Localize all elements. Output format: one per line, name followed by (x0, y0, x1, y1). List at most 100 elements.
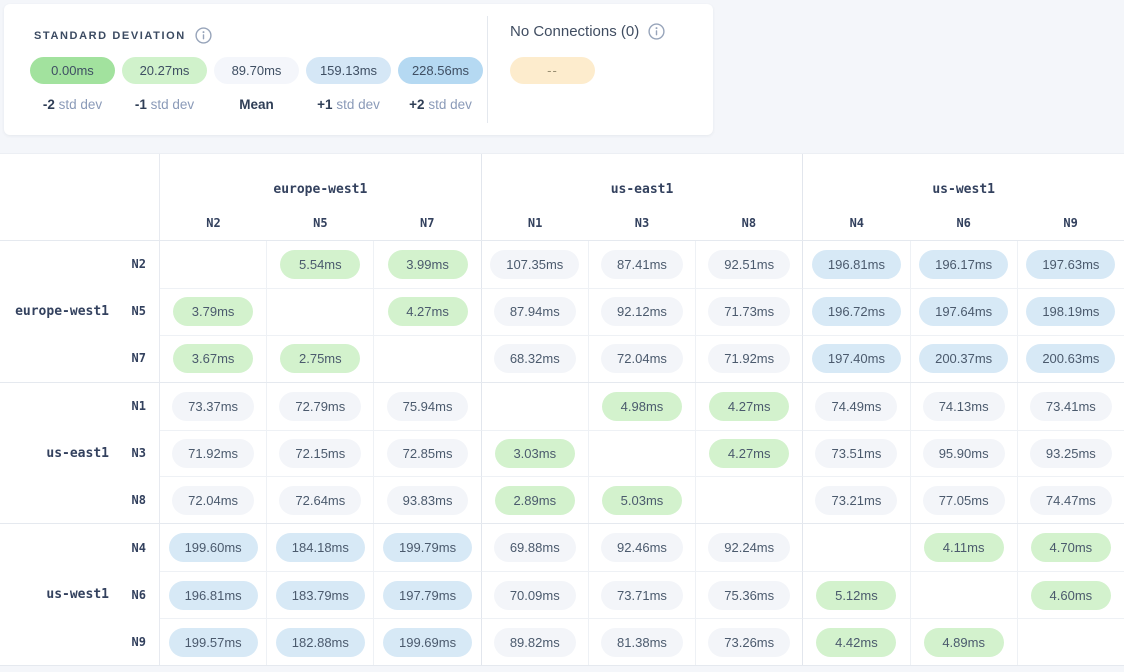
latency-pill[interactable]: 87.94ms (494, 297, 576, 326)
latency-pill[interactable]: 73.51ms (815, 439, 897, 468)
latency-pill[interactable]: 3.79ms (173, 297, 253, 326)
matrix-body: N2 5.54ms 3.99ms 107.35ms 87.41ms 92.51ms 196.… (0, 241, 1124, 665)
latency-pill[interactable]: 4.89ms (924, 628, 1004, 657)
latency-cell: 75.36ms (695, 571, 802, 618)
latency-pill[interactable]: 74.49ms (815, 392, 897, 421)
latency-cell: 3.99ms (373, 241, 480, 288)
latency-pill[interactable]: 196.17ms (919, 250, 1008, 279)
latency-pill[interactable]: 92.46ms (601, 533, 683, 562)
row-region-label: us-west1 (46, 587, 109, 602)
latency-pill[interactable]: 199.79ms (383, 533, 472, 562)
info-icon[interactable] (648, 23, 665, 40)
latency-cell: 73.21ms (802, 476, 909, 523)
latency-pill[interactable]: 70.09ms (494, 581, 576, 610)
latency-pill[interactable]: 183.79ms (276, 581, 365, 610)
no-connections-title: No Connections (0) (510, 23, 639, 40)
latency-pill[interactable]: 107.35ms (490, 250, 579, 279)
latency-pill[interactable]: 3.67ms (173, 344, 253, 373)
legend-bucket: 0.00ms -2 std dev (30, 57, 115, 112)
row-node-label: N2 (127, 257, 146, 271)
latency-pill[interactable]: 199.60ms (169, 533, 258, 562)
latency-pill[interactable]: 4.11ms (924, 533, 1004, 562)
latency-pill[interactable]: 72.15ms (279, 439, 361, 468)
matrix-row-N3: us-east1N371.92ms72.15ms72.85ms3.03ms4.2… (0, 430, 1124, 477)
latency-pill[interactable]: 93.25ms (1030, 439, 1112, 468)
latency-cell: 196.81ms (160, 571, 266, 618)
latency-pill[interactable]: 196.72ms (812, 297, 901, 326)
latency-pill[interactable]: 72.64ms (279, 486, 361, 515)
latency-pill[interactable]: 92.51ms (708, 250, 790, 279)
latency-pill[interactable]: 71.92ms (708, 344, 790, 373)
network-latency-page: STANDARD DEVIATION 0.00ms -2 std dev 20.… (0, 0, 1124, 672)
latency-pill[interactable]: 69.88ms (494, 533, 576, 562)
latency-pill[interactable]: 4.42ms (816, 628, 896, 657)
latency-pill[interactable]: 81.38ms (601, 628, 683, 657)
latency-pill[interactable]: 2.75ms (280, 344, 360, 373)
column-node-header: N9 (1017, 206, 1124, 240)
latency-pill[interactable]: 73.37ms (172, 392, 254, 421)
latency-pill[interactable]: 93.83ms (387, 486, 469, 515)
latency-pill[interactable]: 92.24ms (708, 533, 790, 562)
latency-cell: 197.64ms (910, 288, 1017, 335)
latency-cell: 5.03ms (588, 476, 695, 523)
latency-pill[interactable]: 196.81ms (169, 581, 258, 610)
latency-pill[interactable]: 199.69ms (383, 628, 472, 657)
latency-cell (588, 430, 695, 477)
latency-pill[interactable]: 75.36ms (708, 581, 790, 610)
latency-pill[interactable]: 77.05ms (923, 486, 1005, 515)
row-header: N1 (0, 383, 160, 430)
latency-pill[interactable]: 4.98ms (602, 392, 682, 421)
latency-cell: 92.12ms (588, 288, 695, 335)
legend-pill: 89.70ms (214, 57, 299, 84)
no-connections-pill: -- (510, 57, 595, 84)
latency-pill[interactable]: 87.41ms (601, 250, 683, 279)
latency-cell: 200.63ms (1017, 335, 1124, 382)
latency-pill[interactable]: 196.81ms (812, 250, 901, 279)
latency-pill[interactable]: 72.79ms (279, 392, 361, 421)
latency-pill[interactable]: 73.71ms (601, 581, 683, 610)
latency-pill[interactable]: 89.82ms (494, 628, 576, 657)
latency-pill[interactable]: 4.27ms (709, 439, 789, 468)
legend-pill: 20.27ms (122, 57, 207, 84)
latency-pill[interactable]: 72.04ms (601, 344, 683, 373)
latency-cell: 3.67ms (160, 335, 266, 382)
latency-pill[interactable]: 5.54ms (280, 250, 360, 279)
latency-cell (373, 335, 480, 382)
latency-pill[interactable]: 3.99ms (388, 250, 468, 279)
info-icon[interactable] (195, 27, 212, 44)
latency-pill[interactable]: 197.63ms (1026, 250, 1115, 279)
latency-pill[interactable]: 3.03ms (495, 439, 575, 468)
latency-pill[interactable]: 200.37ms (919, 344, 1008, 373)
latency-pill[interactable]: 5.12ms (816, 581, 896, 610)
latency-pill[interactable]: 184.18ms (276, 533, 365, 562)
latency-pill[interactable]: 2.89ms (495, 486, 575, 515)
latency-pill[interactable]: 4.60ms (1031, 581, 1111, 610)
latency-pill[interactable]: 73.41ms (1030, 392, 1112, 421)
latency-pill[interactable]: 95.90ms (923, 439, 1005, 468)
latency-pill[interactable]: 4.70ms (1031, 533, 1111, 562)
latency-pill[interactable]: 4.27ms (709, 392, 789, 421)
latency-pill[interactable]: 198.19ms (1026, 297, 1115, 326)
latency-cell: 70.09ms (481, 571, 588, 618)
latency-pill[interactable]: 197.79ms (383, 581, 472, 610)
latency-pill[interactable]: 74.47ms (1030, 486, 1112, 515)
latency-pill[interactable]: 72.85ms (387, 439, 469, 468)
latency-pill[interactable]: 92.12ms (601, 297, 683, 326)
latency-pill[interactable]: 197.64ms (919, 297, 1008, 326)
latency-pill[interactable]: 197.40ms (812, 344, 901, 373)
latency-pill[interactable]: 75.94ms (387, 392, 469, 421)
latency-pill[interactable]: 72.04ms (172, 486, 254, 515)
latency-pill[interactable]: 5.03ms (602, 486, 682, 515)
latency-pill[interactable]: 200.63ms (1026, 344, 1115, 373)
latency-cell: 4.60ms (1017, 571, 1124, 618)
latency-pill[interactable]: 74.13ms (923, 392, 1005, 421)
latency-pill[interactable]: 73.26ms (708, 628, 790, 657)
latency-pill[interactable]: 4.27ms (388, 297, 468, 326)
latency-pill[interactable]: 71.73ms (708, 297, 790, 326)
latency-pill[interactable]: 68.32ms (494, 344, 576, 373)
latency-pill[interactable]: 182.88ms (276, 628, 365, 657)
latency-pill[interactable]: 199.57ms (169, 628, 258, 657)
latency-pill[interactable]: 73.21ms (815, 486, 897, 515)
latency-cell: 87.41ms (588, 241, 695, 288)
latency-pill[interactable]: 71.92ms (172, 439, 254, 468)
